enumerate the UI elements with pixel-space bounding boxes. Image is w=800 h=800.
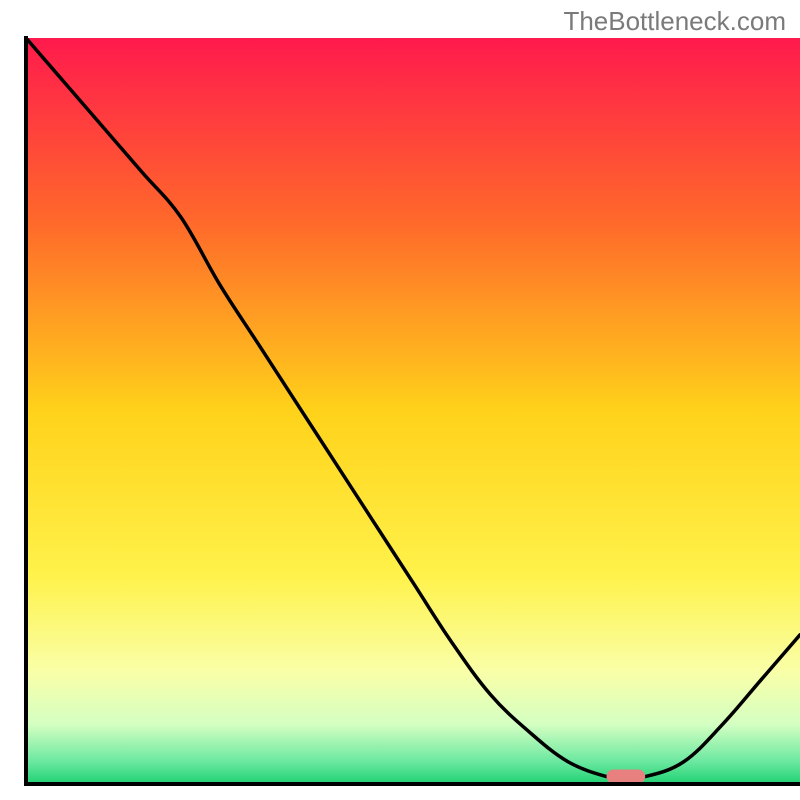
bottleneck-chart — [0, 0, 800, 800]
plot-area — [26, 38, 800, 784]
gradient-background — [26, 38, 800, 784]
watermark-text: TheBottleneck.com — [563, 6, 786, 37]
chart-container: TheBottleneck.com — [0, 0, 800, 800]
optimal-marker — [607, 770, 646, 784]
